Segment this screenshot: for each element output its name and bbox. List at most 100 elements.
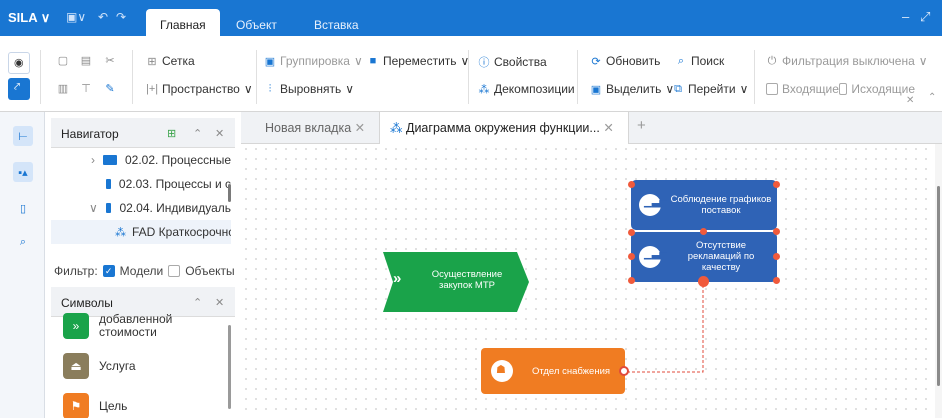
filter-row: Фильтр: ✓ Модели Объекты (54, 264, 235, 278)
paste-button[interactable]: ▤ (80, 54, 92, 67)
connection-port[interactable] (698, 276, 709, 287)
symbols-scrollbar[interactable] (228, 325, 231, 409)
canvas-scrollbar[interactable] (935, 144, 942, 418)
symbols-panel-button[interactable]: ▪▴ (13, 162, 33, 182)
node-kpi-deliveries[interactable]: ▁▃▅ Соблюдение графиков поставок (631, 180, 777, 230)
outgoing-checkbox[interactable]: Исходящие (839, 82, 915, 96)
tree-item[interactable]: 02.03. Процессы и с (51, 172, 231, 196)
refresh-button[interactable]: ⟳ Обновить (590, 54, 660, 68)
left-toolbar: ⊢ ▪▴ ▯ ⌕ (0, 112, 45, 418)
filter-off-button[interactable]: ⏻ Фильтрация выключена ∨ (766, 54, 928, 68)
incoming-check (766, 83, 778, 95)
delete-button[interactable]: ▥ (57, 82, 69, 95)
symbols-icon: ▪▴ (18, 166, 28, 179)
navigator-panel-button[interactable]: ⊢ (13, 126, 33, 146)
eye-icon: ◉ (14, 57, 24, 69)
search-icon: ⌕ (677, 54, 685, 67)
connector-line[interactable] (622, 280, 704, 373)
selection-handle[interactable] (700, 228, 707, 235)
diagram-icon: ⁂ (390, 121, 403, 135)
align-button[interactable]: ⫶ Выровнять ∨ (264, 82, 354, 96)
paint-format-button[interactable]: ✎ (104, 82, 116, 95)
tab-insert[interactable]: Вставка (300, 9, 373, 36)
document-icon: ▯ (19, 202, 27, 215)
close-tab-icon[interactable]: ✕ (603, 121, 613, 135)
save-icon[interactable]: ▣∨ (66, 10, 86, 24)
align-icon: ⫶ (268, 82, 272, 95)
navigator-scrollbar[interactable] (228, 184, 231, 202)
selection-handle[interactable] (628, 253, 635, 260)
group-button[interactable]: ▣ Группировка ∨ (264, 54, 363, 68)
objects-checkbox[interactable] (168, 265, 181, 277)
service-icon: ⏏ (63, 353, 89, 379)
search-button[interactable]: ⌕ Поиск (675, 54, 724, 68)
app-menu-button[interactable]: SILA ∨ (8, 10, 50, 26)
document-panel-button[interactable]: ▯ (13, 198, 33, 218)
minimize-icon[interactable]: – (902, 9, 909, 24)
space-icon: |+| (146, 83, 159, 95)
folder-icon (103, 155, 117, 165)
tab-object[interactable]: Объект (222, 9, 291, 36)
decompositions-button[interactable]: ⁂ Декомпозиции (478, 82, 575, 96)
close-icon[interactable]: ✕ (906, 95, 914, 106)
title-bar: SILA ∨ ▣∨ ↶ ↷ Главная Объект Вставка – ⤢ (0, 0, 942, 36)
eye-toggle-button[interactable]: ◉ (8, 52, 30, 74)
navigator-header: Навигатор ⊞ ⌃ ✕ (51, 118, 235, 148)
selection-handle[interactable] (773, 228, 780, 235)
org-unit-icon: ☗ (491, 360, 513, 382)
selection-handle[interactable] (628, 181, 635, 188)
canvas-scrollbar-thumb[interactable] (937, 186, 940, 386)
tree-item[interactable]: ∨ 02.04. Индивидуаль (51, 196, 231, 220)
format-button[interactable]: ⊤ (80, 82, 92, 95)
space-button[interactable]: |+| Пространство ∨ (146, 82, 253, 96)
outgoing-check (839, 83, 848, 95)
cut-button[interactable]: ✂ (104, 54, 116, 67)
grid-button[interactable]: ⊞ Сетка (146, 54, 194, 68)
copy-button[interactable]: ▢ (57, 54, 69, 67)
selection-handle[interactable] (628, 229, 635, 236)
diagram-icon: ⁂ (115, 226, 126, 239)
tree-item-selected[interactable]: ⁂ FAD Краткосрочнс (51, 220, 231, 244)
ribbon: ◉ ⤤ ▢ ▤ ✂ ▥ ⊤ ✎ ⊞ Сетка |+| Пространство ∨… (0, 36, 942, 112)
chevron-down-icon: ∨ (89, 201, 98, 215)
models-checkbox[interactable]: ✓ (102, 265, 115, 277)
tree-item[interactable]: › 02.02. Процессные (51, 148, 231, 172)
node-process-label: Осуществление закупок МТР (431, 269, 503, 291)
selection-handle[interactable] (773, 181, 780, 188)
connection-port[interactable] (619, 366, 629, 376)
goto-icon: ⧉ (674, 82, 682, 95)
add-model-icon[interactable]: ⊞ (167, 127, 176, 140)
tab-new[interactable]: Новая вкладка ✕ (265, 120, 365, 135)
select-icon: ▣ (590, 83, 602, 96)
value-added-icon: » (63, 313, 89, 339)
move-button[interactable]: ■ Переместить ∨ (367, 54, 470, 68)
properties-button[interactable]: ⓘ Свойства (478, 54, 547, 70)
redo-icon[interactable]: ↷ (116, 10, 126, 24)
collapse-icon[interactable]: ⌃ (193, 127, 202, 140)
maximize-icon[interactable]: ⤢ (920, 9, 930, 25)
selection-handle[interactable] (773, 253, 780, 260)
connector-toggle-button[interactable]: ⤤ (8, 78, 30, 100)
document-tabs: Новая вкладка ✕ ⁂ Диаграмма окружения фу… (241, 112, 942, 144)
selection-handle[interactable] (628, 277, 635, 284)
select-button[interactable]: ▣ Выделить ∨ (590, 82, 674, 96)
selection-handle[interactable] (773, 277, 780, 284)
undo-icon[interactable]: ↶ (98, 10, 108, 24)
tab-diagram[interactable]: ⁂ Диаграмма окружения функции... ✕ (379, 112, 629, 144)
collapse-ribbon-icon[interactable]: ⌃ (928, 92, 936, 103)
symbol-goal[interactable]: ⚑ Цель (51, 383, 231, 418)
incoming-checkbox[interactable]: Входящие (766, 82, 839, 96)
kpi-icon: ▁▃▅ (639, 246, 667, 268)
search-panel-button[interactable]: ⌕ (13, 232, 33, 252)
tab-home[interactable]: Главная (146, 9, 220, 36)
add-tab-button[interactable]: + (637, 117, 646, 134)
search-icon: ⌕ (19, 235, 27, 248)
grid-icon: ⊞ (147, 55, 157, 68)
node-org-unit[interactable]: ☗ Отдел снабжения (481, 348, 629, 394)
goto-button[interactable]: ⧉ Перейти ∨ (672, 82, 748, 96)
diagram-canvas[interactable]: Осуществление закупок МТР » ▁▃▅ Соблюден… (241, 144, 935, 418)
close-tab-icon[interactable]: ✕ (355, 121, 365, 135)
node-kpi-quality[interactable]: ▁▃▅ Отсутствие рекламаций по качеству (631, 232, 777, 282)
copy-icon: ▢ (57, 55, 69, 67)
close-icon[interactable]: ✕ (215, 127, 224, 140)
